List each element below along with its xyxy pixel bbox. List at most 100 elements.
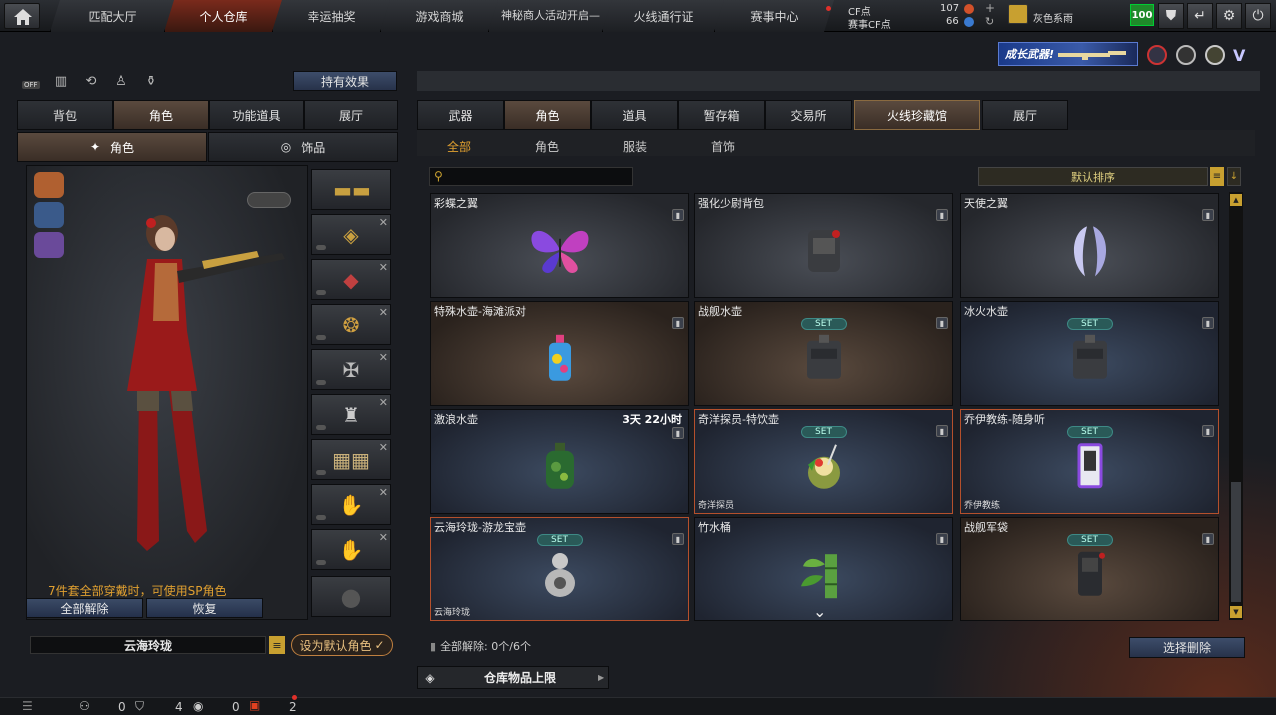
tab-storage[interactable]: 暂存箱 bbox=[678, 100, 765, 130]
pose-icon[interactable]: ♙ bbox=[112, 72, 130, 90]
crosshair-icon[interactable] bbox=[1176, 45, 1196, 65]
slot-toggle[interactable] bbox=[316, 335, 326, 340]
item-card[interactable]: 彩蝶之翼 ▮ bbox=[430, 193, 689, 298]
expand-chevron-icon[interactable]: ⌄ bbox=[813, 602, 826, 621]
lock-icon[interactable]: ▮ bbox=[672, 533, 684, 545]
item-card[interactable]: 战舰水壶 ▮ SET bbox=[694, 301, 953, 406]
subtab-outfits[interactable]: 服装 bbox=[623, 138, 647, 155]
refresh-icon[interactable]: ↻ bbox=[985, 15, 994, 28]
item-card[interactable]: 乔伊教练-随身听 ▮ SET 乔伊教练 bbox=[960, 409, 1219, 514]
scroll-up-icon[interactable]: ▲ bbox=[1230, 194, 1242, 206]
equip-slot-belt[interactable]: ✕ ▦▦ bbox=[311, 439, 391, 480]
tab-showroom[interactable]: 展厅 bbox=[304, 100, 398, 130]
set-default-character-button[interactable]: 设为默认角色 ✓ bbox=[291, 634, 393, 656]
tab-battle-pass[interactable]: 火线通行证 bbox=[602, 0, 724, 32]
warehouse-limit-button[interactable]: ◈ 仓库物品上限 ▶ bbox=[417, 666, 609, 689]
tab-exchange[interactable]: 交易所 bbox=[765, 100, 852, 130]
toggle-off-icon[interactable]: OFF bbox=[22, 72, 40, 90]
remove-icon[interactable]: ✕ bbox=[379, 396, 388, 409]
friends-icon[interactable]: ⚇ bbox=[79, 699, 90, 713]
item-card[interactable]: 天使之翼 ▮ bbox=[960, 193, 1219, 298]
equip-slot-helmet[interactable]: ✕ ◈ bbox=[311, 214, 391, 255]
fire-class-icon[interactable] bbox=[34, 172, 64, 198]
tab-match-lobby[interactable]: 匹配大厅 bbox=[50, 0, 174, 32]
tab-items[interactable]: 道具 bbox=[591, 100, 678, 130]
back-icon[interactable]: ↵ bbox=[1187, 3, 1213, 29]
lock-icon[interactable]: ▮ bbox=[936, 533, 948, 545]
item-card[interactable]: 冰火水壶 ▮ SET bbox=[960, 301, 1219, 406]
settings-gear-icon[interactable]: ⚙ bbox=[1216, 3, 1242, 29]
list-menu-icon[interactable]: ≡ bbox=[269, 636, 285, 654]
equip-slot-glove[interactable]: ✕ ✋ bbox=[311, 484, 391, 525]
remove-icon[interactable]: ✕ bbox=[379, 441, 388, 454]
slot-toggle[interactable] bbox=[316, 290, 326, 295]
character-name-field[interactable]: 云海玲珑 bbox=[30, 636, 266, 654]
equip-slot-pendant[interactable]: ✕ ❂ bbox=[311, 304, 391, 345]
remove-icon[interactable]: ✕ bbox=[379, 351, 388, 364]
tab-exhibition[interactable]: 展厅 bbox=[982, 100, 1068, 130]
remove-icon[interactable]: ✕ bbox=[379, 216, 388, 229]
tab-game-shop[interactable]: 游戏商城 bbox=[380, 0, 498, 32]
tab-lucky-draw[interactable]: 幸运抽奖 bbox=[272, 0, 390, 32]
slot-toggle[interactable] bbox=[316, 380, 326, 385]
scroll-down-icon[interactable]: ▼ bbox=[1230, 606, 1242, 618]
subtab-all[interactable]: 全部 bbox=[447, 138, 471, 155]
v-logo-icon[interactable]: V bbox=[1233, 46, 1245, 65]
visibility-toggle-icon[interactable] bbox=[247, 192, 291, 208]
menu-list-icon[interactable]: ☰ bbox=[22, 699, 33, 713]
growth-weapon-banner[interactable]: 成长武器! bbox=[998, 42, 1138, 66]
tab-collection-hall[interactable]: 火线珍藏馆 bbox=[854, 100, 980, 130]
clan-shield-icon[interactable]: ⛉ bbox=[135, 699, 144, 714]
scrollbar[interactable]: ▲ ▼ bbox=[1229, 192, 1243, 620]
sort-dropdown[interactable]: 默认排序 bbox=[978, 167, 1208, 186]
item-card[interactable]: 战舰军袋 ▮ SET bbox=[960, 517, 1219, 621]
unequip-all-button[interactable]: 全部解除 bbox=[26, 598, 143, 618]
lock-icon[interactable]: ▮ bbox=[672, 317, 684, 329]
rotate-icon[interactable]: ⟲ bbox=[82, 72, 100, 90]
lock-icon[interactable]: ▮ bbox=[936, 425, 948, 437]
subtab-accessories[interactable]: ◎ 饰品 bbox=[208, 132, 398, 162]
item-card[interactable]: 特殊水壶-海滩派对 ▮ bbox=[430, 301, 689, 406]
lock-icon[interactable]: ▮ bbox=[1202, 317, 1214, 329]
tab-functional-items[interactable]: 功能道具 bbox=[209, 100, 304, 130]
equip-slot-weapon[interactable]: ▬▬ bbox=[311, 169, 391, 210]
equip-slot-armor[interactable]: ✕ ♜ bbox=[311, 394, 391, 435]
search-input[interactable] bbox=[450, 169, 630, 184]
lock-icon[interactable]: ▮ bbox=[1202, 209, 1214, 221]
tab-backpack[interactable]: 背包 bbox=[17, 100, 113, 130]
subtab-jewelry[interactable]: 首饰 bbox=[711, 138, 735, 155]
water-class-icon[interactable] bbox=[34, 202, 64, 228]
sort-list-icon[interactable]: ≡ bbox=[1210, 167, 1224, 186]
scroll-thumb[interactable] bbox=[1231, 482, 1241, 602]
lock-icon[interactable]: ▮ bbox=[1202, 533, 1214, 545]
lock-icon[interactable]: ▮ bbox=[1202, 425, 1214, 437]
equip-slot-emblem[interactable]: ✕ ✠ bbox=[311, 349, 391, 390]
tab-characters[interactable]: 角色 bbox=[504, 100, 591, 130]
gift-icon[interactable]: ▣ bbox=[249, 698, 260, 712]
sort-direction-icon[interactable]: ↓ bbox=[1227, 167, 1241, 186]
tab-weapons[interactable]: 武器 bbox=[417, 100, 504, 130]
slot-toggle[interactable] bbox=[316, 515, 326, 520]
equip-slot-mask[interactable]: ✕ ◆ bbox=[311, 259, 391, 300]
home-button[interactable] bbox=[4, 3, 40, 29]
remove-icon[interactable]: ✕ bbox=[379, 531, 388, 544]
chat-icon[interactable]: ◉ bbox=[193, 699, 203, 713]
effects-button[interactable]: 持有效果 bbox=[293, 71, 397, 91]
wind-class-icon[interactable] bbox=[34, 232, 64, 258]
tab-mystery-merchant[interactable]: 神秘商人活动开启— bbox=[488, 0, 612, 32]
tab-character[interactable]: 角色 bbox=[113, 100, 209, 130]
subtab-character[interactable]: ✦ 角色 bbox=[17, 132, 207, 162]
emblem-icon[interactable] bbox=[1147, 45, 1167, 65]
lock-icon[interactable]: ▮ bbox=[672, 427, 684, 439]
power-icon[interactable]: ⏻ bbox=[1245, 3, 1271, 29]
item-card[interactable]: 云海玲珑-游龙宝壶 ▮ SET 云海玲珑 bbox=[430, 517, 689, 621]
remove-icon[interactable]: ✕ bbox=[379, 486, 388, 499]
tab-event-center[interactable]: 赛事中心 bbox=[714, 0, 834, 32]
item-card[interactable]: 奇洋探员-特饮壶 ▮ SET 奇洋探员 bbox=[694, 409, 953, 514]
lock-icon[interactable]: ▮ bbox=[672, 209, 684, 221]
tab-personal-warehouse[interactable]: 个人仓库 bbox=[164, 0, 282, 32]
lock-icon[interactable]: ▮ bbox=[936, 317, 948, 329]
bag-icon[interactable]: ⚱ bbox=[142, 72, 160, 90]
stats-icon[interactable]: ▥ bbox=[52, 72, 70, 90]
search-box[interactable]: ⚲ bbox=[429, 167, 633, 186]
